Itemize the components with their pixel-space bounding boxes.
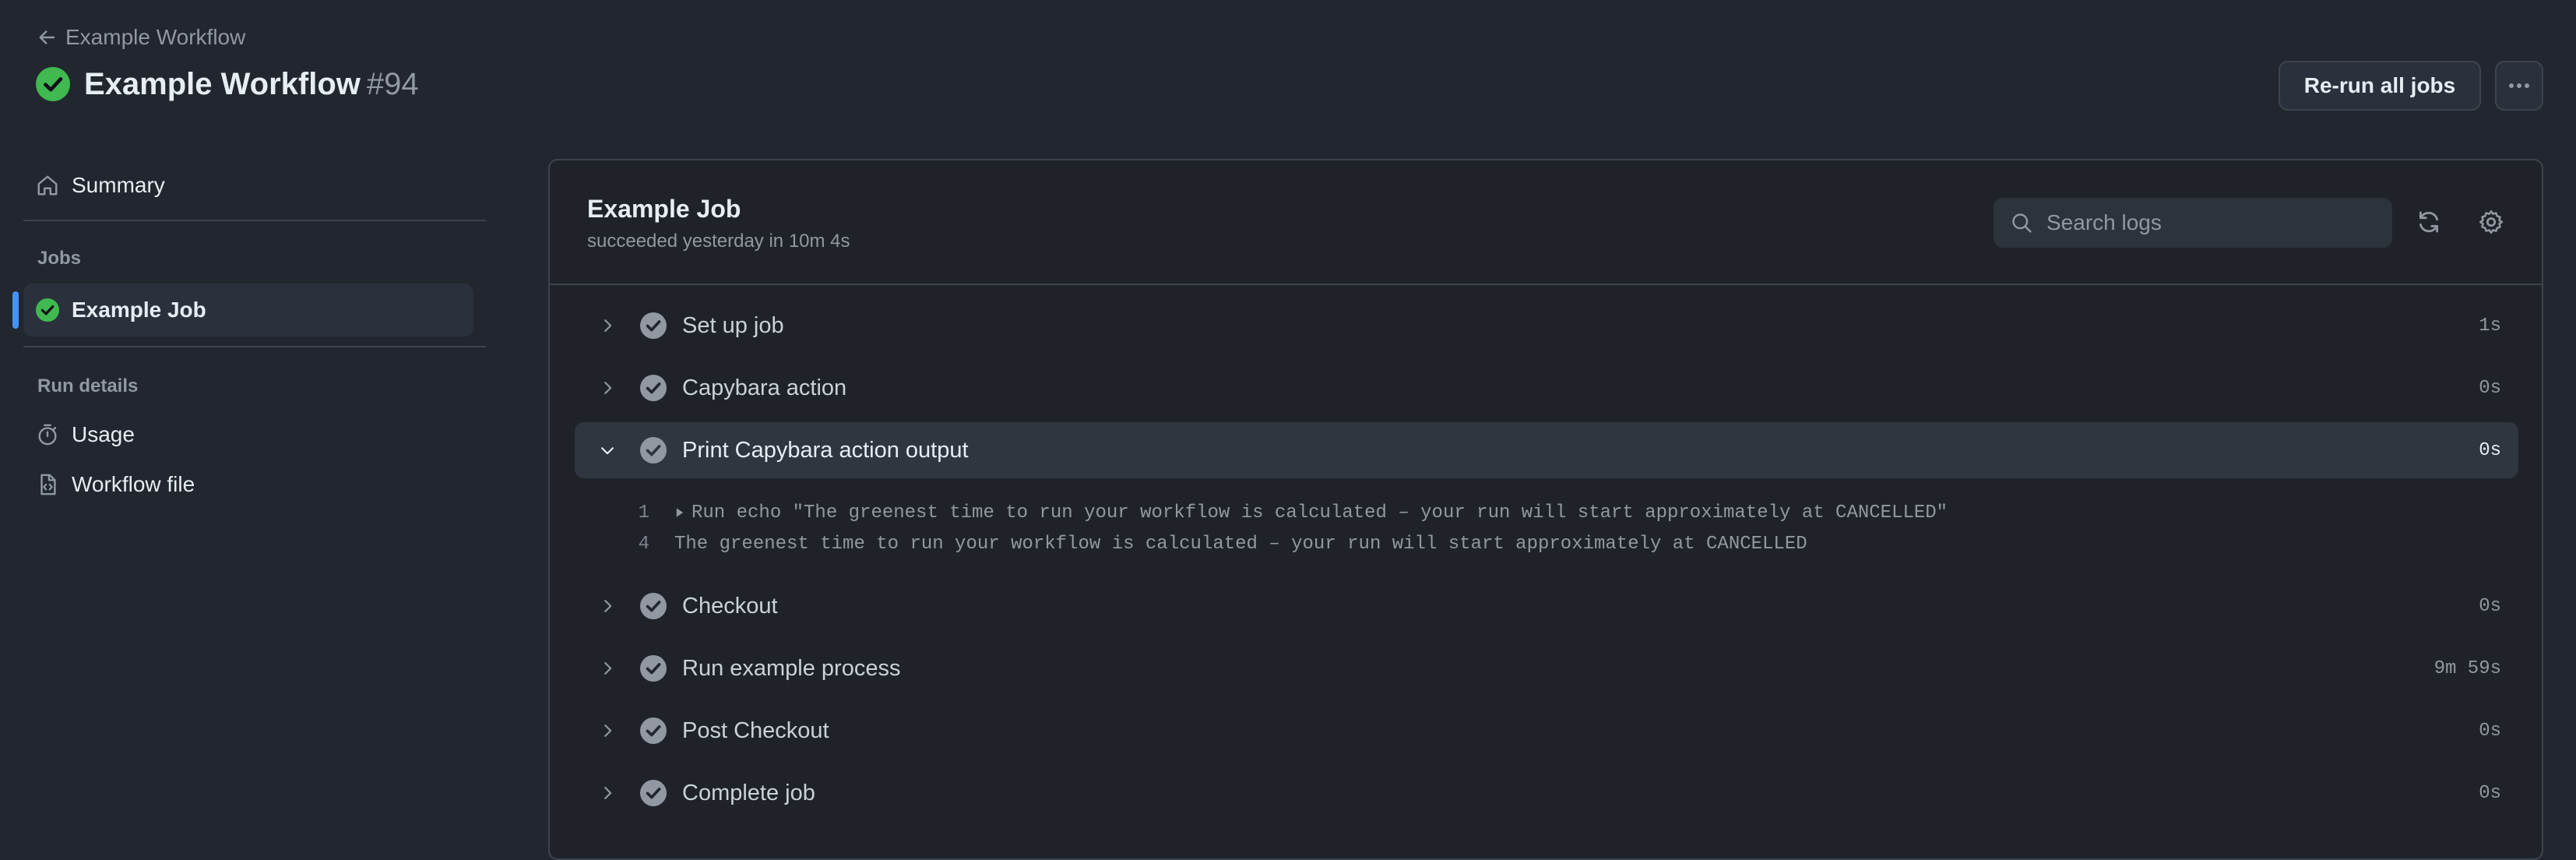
rerun-all-jobs-button[interactable]: Re-run all jobs xyxy=(2279,61,2481,111)
page-title-row: Example Workflow #94 xyxy=(36,62,419,106)
chevron-right-icon xyxy=(592,722,623,739)
gear-icon xyxy=(2478,209,2506,235)
step-label: Checkout xyxy=(682,593,778,619)
sidebar-item-label: Workflow file xyxy=(72,472,195,496)
chevron-right-icon xyxy=(592,317,623,334)
step-label: Run example process xyxy=(682,655,901,681)
sidebar-item-label: Usage xyxy=(72,422,135,446)
file-code-icon xyxy=(36,473,59,496)
run-details-heading: Run details xyxy=(37,375,139,397)
chevron-right-icon xyxy=(592,379,623,397)
step-complete-job[interactable]: Complete job 0s xyxy=(575,765,2518,821)
step-run-example-process[interactable]: Run example process 9m 59s xyxy=(575,640,2518,696)
back-link[interactable]: Example Workflow xyxy=(37,22,245,53)
home-icon xyxy=(36,174,59,197)
sidebar-item-label: Summary xyxy=(72,173,165,197)
step-duration: 0s xyxy=(2479,782,2501,804)
log-line-number: 1 xyxy=(638,502,649,523)
step-print-capybara-action-output[interactable]: Print Capybara action output 0s xyxy=(575,422,2518,478)
stopwatch-icon xyxy=(36,423,59,446)
check-circle-icon xyxy=(640,375,667,401)
step-label: Complete job xyxy=(682,780,815,805)
workflow-name: Example Workflow xyxy=(84,66,361,101)
step-checkout[interactable]: Checkout 0s xyxy=(575,578,2518,634)
check-circle-icon xyxy=(640,593,667,619)
step-label: Print Capybara action output xyxy=(682,437,969,463)
check-circle-icon xyxy=(640,780,667,806)
step-duration: 1s xyxy=(2479,315,2501,337)
sidebar-item-workflow-file[interactable]: Workflow file xyxy=(36,467,195,502)
chevron-down-icon xyxy=(592,442,623,459)
chevron-right-icon xyxy=(592,597,623,615)
job-title: Example Job xyxy=(587,195,741,223)
search-logs-field[interactable] xyxy=(1994,198,2392,248)
check-circle-icon xyxy=(640,655,667,682)
sidebar-divider xyxy=(23,220,486,221)
step-post-checkout[interactable]: Post Checkout 0s xyxy=(575,703,2518,759)
settings-button[interactable] xyxy=(2478,209,2506,237)
step-duration: 0s xyxy=(2479,720,2501,742)
check-circle-icon xyxy=(640,437,667,463)
job-subtitle: succeeded yesterday in 10m 4s xyxy=(587,231,850,252)
step-duration: 0s xyxy=(2479,595,2501,617)
back-link-label: Example Workflow xyxy=(65,25,246,49)
jobs-heading: Jobs xyxy=(37,248,82,269)
more-options-button[interactable] xyxy=(2495,61,2543,111)
check-circle-icon xyxy=(640,717,667,744)
step-capybara-action[interactable]: Capybara action 0s xyxy=(575,360,2518,416)
log-line[interactable]: 4 The greenest time to run your workflow… xyxy=(575,528,1807,559)
sidebar-item-summary[interactable]: Summary xyxy=(36,168,165,203)
check-circle-icon xyxy=(36,298,59,322)
step-label: Set up job xyxy=(682,312,784,338)
log-line[interactable]: 1 Run echo "The greenest time to run you… xyxy=(575,497,1948,528)
sidebar-item-label: Example Job xyxy=(72,298,206,322)
run-number: #94 xyxy=(366,66,419,101)
log-line-content: Run echo "The greenest time to run your … xyxy=(674,502,1948,523)
chevron-right-icon xyxy=(592,784,623,802)
step-set-up-job[interactable]: Set up job 1s xyxy=(575,298,2518,354)
step-label: Post Checkout xyxy=(682,717,829,743)
sidebar-item-usage[interactable]: Usage xyxy=(36,418,135,452)
step-label: Capybara action xyxy=(682,375,847,400)
triangle-right-icon[interactable] xyxy=(674,507,685,518)
step-duration: 0s xyxy=(2479,439,2501,461)
page-title: Example Workflow #94 xyxy=(84,67,419,102)
search-input[interactable] xyxy=(2045,210,2360,236)
log-line-number: 4 xyxy=(638,533,649,555)
log-line-content: The greenest time to run your workflow i… xyxy=(674,534,1807,555)
step-duration: 0s xyxy=(2479,377,2501,399)
active-indicator xyxy=(12,291,19,329)
search-icon xyxy=(2011,212,2032,234)
check-circle-icon xyxy=(36,67,70,101)
sidebar-divider xyxy=(23,346,486,347)
log-line-text: The greenest time to run your workflow i… xyxy=(674,533,1807,555)
panel-divider xyxy=(550,284,2542,285)
arrow-left-icon xyxy=(37,28,56,47)
log-line-text: Run echo "The greenest time to run your … xyxy=(692,502,1948,523)
sync-icon xyxy=(2416,209,2444,235)
sidebar-item-example-job[interactable]: Example Job xyxy=(36,293,206,327)
refresh-button[interactable] xyxy=(2416,209,2444,237)
chevron-right-icon xyxy=(592,660,623,677)
step-duration: 9m 59s xyxy=(2433,657,2501,679)
check-circle-icon xyxy=(640,312,667,339)
kebab-horizontal-icon xyxy=(2507,83,2532,89)
